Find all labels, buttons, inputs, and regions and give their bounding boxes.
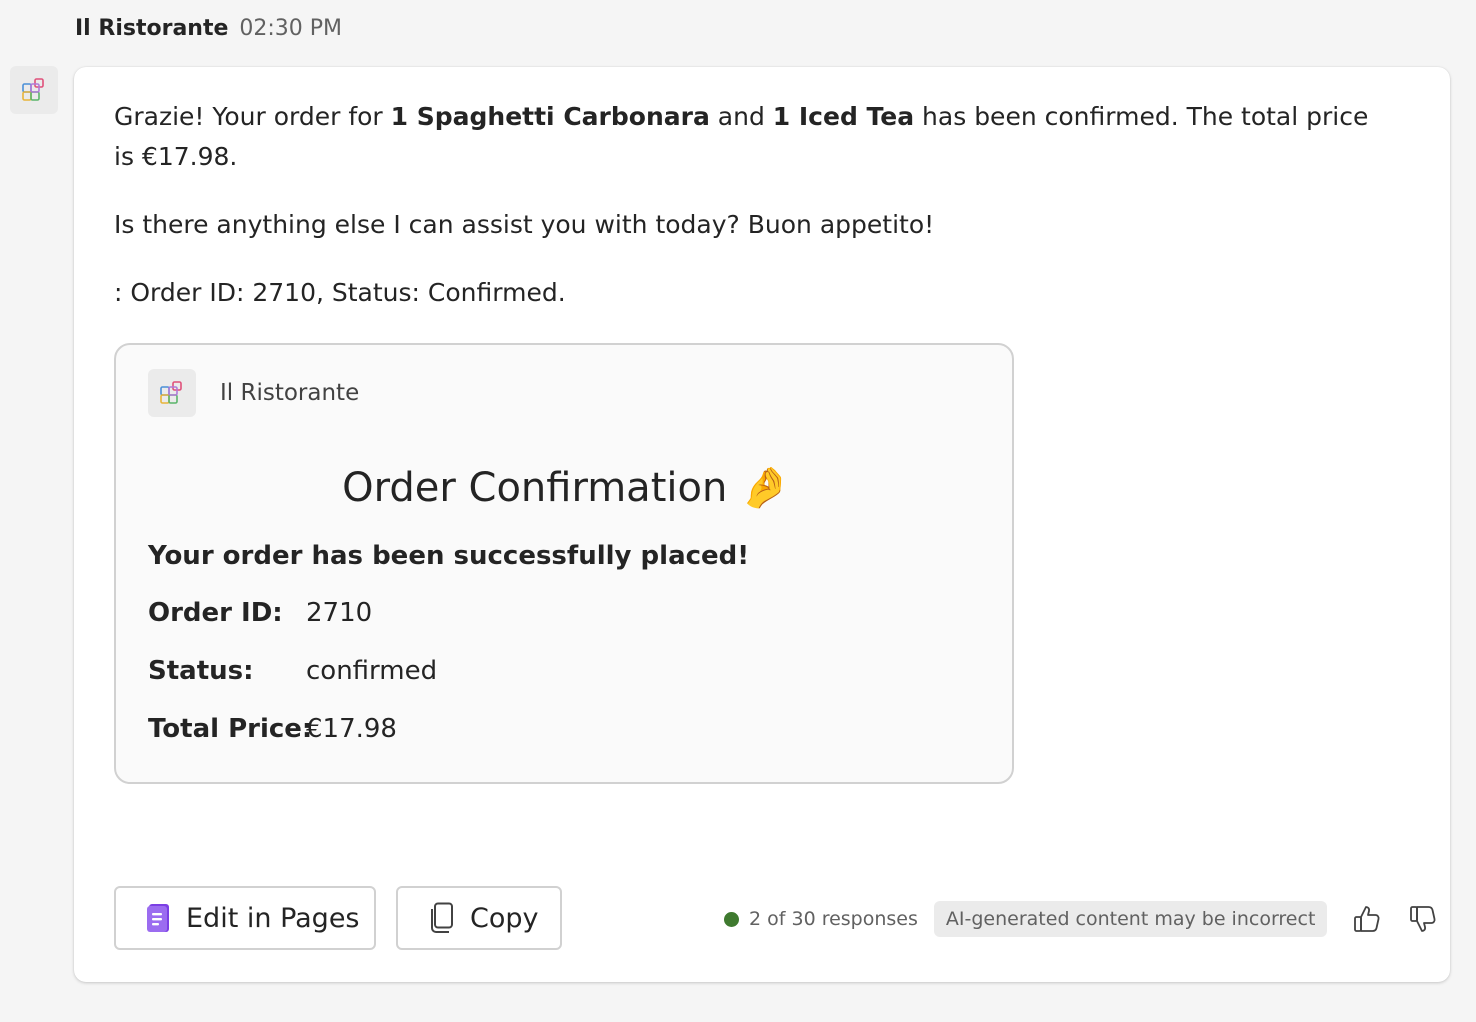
message-body: Grazie! Your order for 1 Spaghetti Carbo… [114, 97, 1384, 341]
response-count[interactable]: 2 of 30 responses [749, 908, 918, 930]
fact-value: confirmed [306, 656, 438, 686]
fact-status: Status: confirmed [148, 653, 437, 689]
order-item-spaghetti: 1 Spaghetti Carbonara [390, 102, 710, 131]
edit-in-pages-button[interactable]: Edit in Pages [114, 886, 376, 950]
fact-key: Order ID: [148, 598, 283, 628]
order-confirmation-card: Il Ristorante Order Confirmation 🤌 Your … [114, 343, 1014, 784]
thumbs-down-button[interactable] [1407, 903, 1439, 935]
card-subtitle: Your order has been successfully placed! [148, 541, 750, 571]
response-footer: 2 of 30 responses AI-generated content m… [724, 899, 1439, 939]
apps-icon [22, 78, 44, 101]
message-paragraph-status: : Order ID: 2710, Status: Confirmed. [114, 278, 566, 307]
pinched-fingers-emoji: 🤌 [740, 465, 790, 511]
ai-disclaimer-badge: AI-generated content may be incorrect [933, 901, 1328, 937]
thumbs-up-icon [1354, 906, 1380, 932]
message-bubble: Grazie! Your order for 1 Spaghetti Carbo… [74, 67, 1450, 982]
copy-button[interactable]: Copy [396, 886, 562, 950]
order-item-iced-tea: 1 Iced Tea [772, 102, 915, 131]
sender-name: Il Ristorante [75, 16, 229, 41]
card-title: Order Confirmation 🤌 [342, 465, 790, 511]
fact-value: €17.98 [306, 714, 397, 744]
fact-value: 2710 [306, 598, 373, 628]
card-header: Il Ristorante [148, 369, 359, 417]
message-paragraph-order: Grazie! Your order for 1 Spaghetti Carbo… [114, 102, 1369, 171]
card-app-avatar [148, 369, 196, 417]
fact-total-price: Total Price: €17.98 [148, 711, 437, 747]
card-app-name: Il Ristorante [220, 380, 360, 406]
fact-order-id: Order ID: 2710 [148, 595, 437, 631]
edit-in-pages-label: Edit in Pages [186, 902, 360, 934]
copy-icon [428, 902, 456, 934]
pages-icon [146, 902, 172, 934]
message-paragraph-assist: Is there anything else I can assist you … [114, 210, 935, 239]
status-dot [724, 911, 739, 927]
apps-icon [160, 381, 182, 404]
thumbs-up-button[interactable] [1351, 903, 1383, 935]
app-avatar[interactable] [10, 66, 58, 114]
fact-set: Order ID: 2710 Status: confirmed Total P… [148, 595, 437, 747]
message-header: Il Ristorante 02:30 PM [75, 14, 342, 44]
fact-key: Status: [148, 656, 254, 686]
copy-label: Copy [470, 902, 539, 934]
message-timestamp: 02:30 PM [239, 16, 343, 41]
thumbs-down-icon [1410, 906, 1436, 932]
fact-key: Total Price: [148, 714, 313, 744]
